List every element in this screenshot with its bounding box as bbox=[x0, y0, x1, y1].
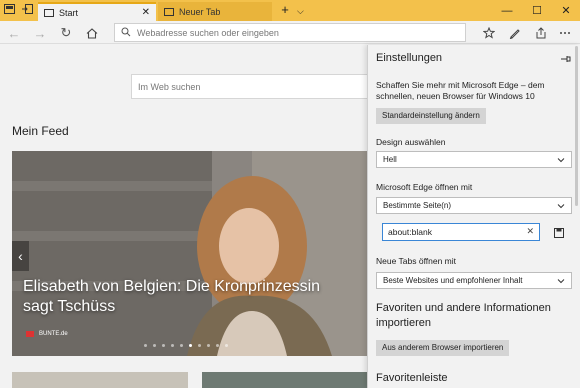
open-with-select[interactable]: Bestimmte Seite(n) bbox=[376, 197, 572, 214]
open-with-label: Microsoft Edge öffnen mit bbox=[376, 182, 473, 192]
hero-image bbox=[12, 151, 367, 356]
carousel-dot[interactable] bbox=[171, 344, 174, 347]
web-search-input[interactable]: Im Web suchen bbox=[131, 74, 367, 99]
panel-scrollbar[interactable] bbox=[575, 46, 578, 206]
home-icon bbox=[86, 27, 98, 39]
feed-thumbnail[interactable] bbox=[202, 372, 367, 388]
save-icon[interactable] bbox=[554, 227, 564, 238]
share-icon[interactable] bbox=[532, 24, 550, 42]
design-label: Design auswählen bbox=[376, 137, 446, 147]
default-browser-button[interactable]: Standardeinstellung ändern bbox=[376, 108, 486, 124]
address-bar[interactable]: Webadresse suchen oder eingeben bbox=[114, 23, 466, 42]
source-name: BUNTE.de bbox=[39, 331, 68, 337]
tab-label: Start bbox=[59, 7, 79, 18]
start-page: Im Web suchen Mein Feed ‹ Elisabeth von … bbox=[0, 45, 367, 388]
more-icon[interactable] bbox=[556, 24, 574, 42]
clear-icon[interactable]: ✕ bbox=[526, 226, 534, 237]
promo-text: Schaffen Sie mehr mit Microsoft Edge – d… bbox=[376, 80, 545, 101]
forward-button[interactable]: → bbox=[31, 24, 49, 42]
close-window-button[interactable]: ✕ bbox=[551, 0, 580, 21]
carousel-dot[interactable] bbox=[144, 344, 147, 347]
feed-thumbnail[interactable] bbox=[12, 372, 188, 388]
feed-title: Mein Feed bbox=[12, 124, 69, 138]
settings-panel: Einstellungen Schaffen Sie mehr mit Micr… bbox=[367, 45, 580, 388]
settings-title: Einstellungen bbox=[376, 52, 443, 64]
carousel-dot[interactable] bbox=[189, 344, 192, 347]
carousel-dot[interactable] bbox=[180, 344, 183, 347]
tab-preview-icon[interactable] bbox=[3, 3, 15, 15]
new-tabs-label: Neue Tabs öffnen mit bbox=[376, 256, 457, 266]
tab-label: Neuer Tab bbox=[179, 6, 221, 17]
pen-icon[interactable] bbox=[506, 24, 524, 42]
chevron-down-icon bbox=[557, 202, 565, 210]
carousel-dot[interactable] bbox=[207, 344, 210, 347]
open-with-value: Bestimmte Seite(n) bbox=[383, 201, 452, 210]
page-url-input[interactable]: about:blank ✕ bbox=[382, 223, 540, 241]
title-bar: Start ✕ Neuer Tab + ⌵ — ☐ ✕ bbox=[0, 0, 580, 21]
favorites-star-icon[interactable] bbox=[480, 24, 498, 42]
carousel-dots bbox=[144, 344, 228, 347]
tab-page-icon bbox=[164, 7, 174, 16]
tab-list-chevron-icon[interactable]: ⌵ bbox=[297, 3, 304, 19]
source-logo-icon bbox=[26, 331, 34, 337]
pin-icon[interactable] bbox=[560, 53, 572, 63]
hero-title[interactable]: Elisabeth von Belgien: Die Kronprinzessi… bbox=[23, 277, 333, 317]
chevron-down-icon bbox=[557, 156, 565, 164]
tab-start[interactable]: Start ✕ bbox=[38, 2, 156, 21]
tab-page-icon bbox=[44, 8, 54, 17]
carousel-prev-button[interactable]: ‹ bbox=[12, 241, 29, 271]
tab-new-tab[interactable]: Neuer Tab bbox=[158, 2, 272, 21]
search-icon bbox=[121, 26, 133, 40]
close-tab-icon[interactable]: ✕ bbox=[142, 7, 150, 18]
new-tabs-select[interactable]: Beste Websites und empfohlener Inhalt bbox=[376, 272, 572, 289]
address-placeholder: Webadresse suchen oder eingeben bbox=[137, 27, 279, 38]
maximize-button[interactable]: ☐ bbox=[522, 0, 552, 21]
back-button[interactable]: ← bbox=[5, 24, 23, 42]
design-value: Hell bbox=[383, 155, 397, 164]
import-heading: Favoriten und andere Informationen impor… bbox=[376, 302, 551, 329]
favorites-bar-heading: Favoritenleiste bbox=[376, 372, 448, 384]
carousel-dot[interactable] bbox=[225, 344, 228, 347]
carousel-dot[interactable] bbox=[216, 344, 219, 347]
design-select[interactable]: Hell bbox=[376, 151, 572, 168]
hero-article[interactable]: ‹ Elisabeth von Belgien: Die Kronprinzes… bbox=[12, 151, 367, 356]
carousel-dot[interactable] bbox=[198, 344, 201, 347]
set-aside-tabs-icon[interactable] bbox=[21, 3, 33, 15]
page-url-value: about:blank bbox=[388, 227, 432, 237]
hero-source: BUNTE.de bbox=[26, 331, 68, 337]
carousel-dot[interactable] bbox=[162, 344, 165, 347]
carousel-dot[interactable] bbox=[153, 344, 156, 347]
window-icons bbox=[3, 3, 33, 15]
import-button[interactable]: Aus anderem Browser importieren bbox=[376, 340, 510, 356]
refresh-button[interactable]: ↻ bbox=[57, 24, 75, 42]
new-tab-button[interactable]: + bbox=[278, 2, 292, 18]
home-button[interactable] bbox=[83, 24, 101, 42]
minimize-button[interactable]: — bbox=[492, 0, 522, 21]
navigation-bar: ← → ↻ Webadresse suchen oder eingeben bbox=[0, 21, 580, 44]
chevron-down-icon bbox=[557, 277, 565, 285]
new-tabs-value: Beste Websites und empfohlener Inhalt bbox=[383, 276, 523, 285]
